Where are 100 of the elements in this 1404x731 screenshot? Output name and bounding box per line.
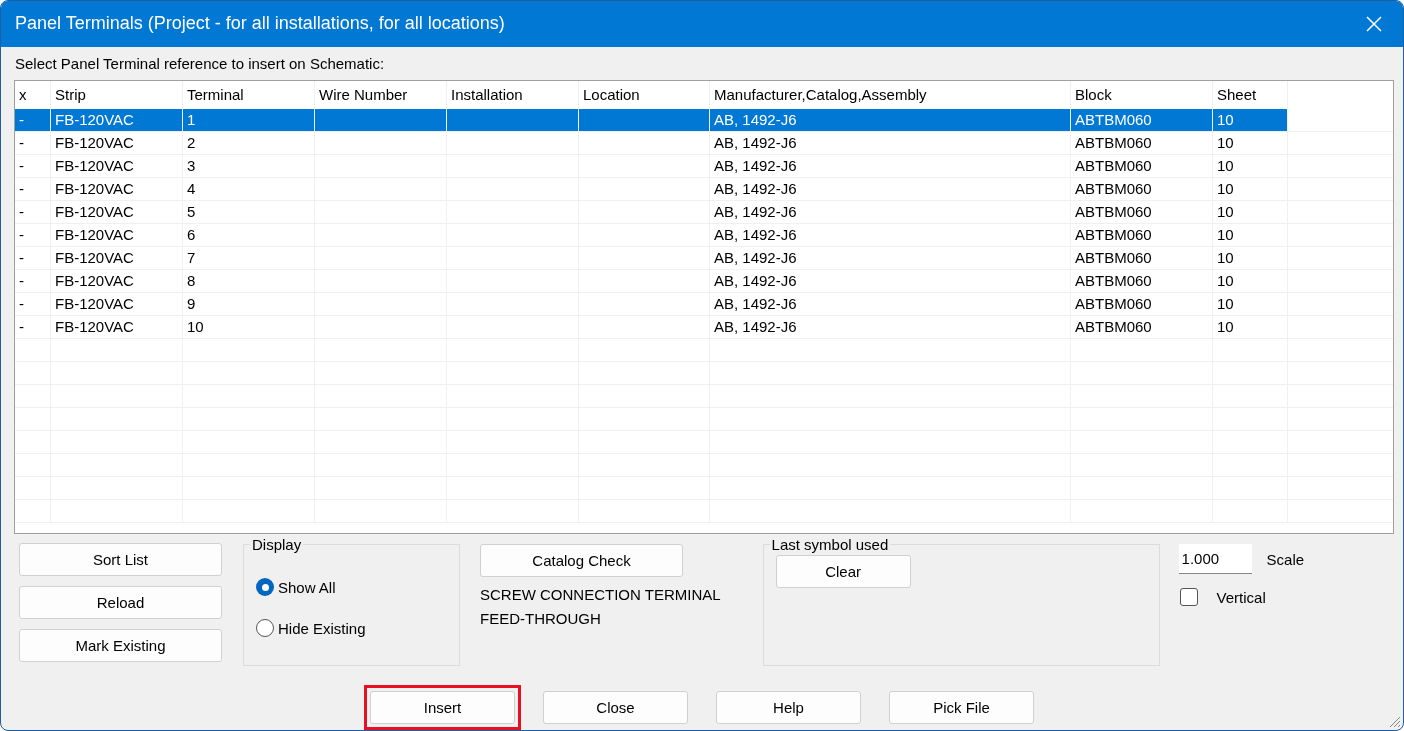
table-row[interactable]: - FB-120VAC 4 AB, 1492-J6 ABTBM060 10 — [15, 177, 1393, 201]
table-cell: 2 — [183, 131, 315, 154]
table-cell: ABTBM060 — [1071, 315, 1213, 338]
scale-field[interactable]: 1.000 — [1178, 544, 1252, 575]
table-cell: 7 — [183, 246, 315, 269]
dialog-button[interactable]: Pick File — [889, 691, 1034, 724]
table-cell: AB, 1492-J6 — [710, 177, 1071, 200]
table-cell: FB-120VAC — [51, 315, 183, 338]
table-cell: ABTBM060 — [1071, 223, 1213, 246]
table-cell: ABTBM060 — [1071, 292, 1213, 315]
table-cell: AB, 1492-J6 — [710, 315, 1071, 338]
radio-label: Hide Existing — [278, 619, 366, 637]
table-cell: 10 — [1213, 223, 1288, 246]
group-label: Last symbol used — [770, 536, 890, 554]
table-cell: 10 — [1213, 200, 1288, 223]
table-row[interactable]: - FB-120VAC 3 AB, 1492-J6 ABTBM060 10 — [15, 154, 1393, 178]
table-cell: 10 — [1213, 246, 1288, 269]
instruction-text: Select Panel Terminal reference to insert on Schematic: — [15, 54, 386, 73]
table-cell: ABTBM060 — [1071, 131, 1213, 154]
description-text: SCREW CONNECTION TERMINAL — [480, 586, 721, 604]
table-cell: FB-120VAC — [51, 154, 183, 177]
table-cell: 6 — [183, 223, 315, 246]
group-label: Display — [251, 536, 303, 554]
checkbox-label: Vertical — [1216, 588, 1266, 606]
table-row[interactable]: - FB-120VAC 8 AB, 1492-J6 ABTBM060 10 — [15, 269, 1393, 293]
table-cell: FB-120VAC — [51, 131, 183, 154]
table-row[interactable]: - FB-120VAC 5 AB, 1492-J6 ABTBM060 10 — [15, 200, 1393, 224]
action-button[interactable]: Sort List — [19, 543, 222, 577]
table-cell: 10 — [183, 315, 315, 338]
table-cell: - — [15, 315, 51, 338]
table-cell: - — [15, 177, 51, 200]
table-cell: 10 — [1213, 269, 1288, 292]
table-row[interactable]: - FB-120VAC 7 AB, 1492-J6 ABTBM060 10 — [15, 246, 1393, 270]
close-icon — [1366, 15, 1382, 32]
table-cell: ABTBM060 — [1071, 246, 1213, 269]
dialog-button[interactable]: Help — [716, 691, 861, 724]
table-cell: 8 — [183, 269, 315, 292]
column-header[interactable]: Wire Number — [315, 80, 447, 109]
table-cell: - — [15, 131, 51, 154]
window-title: Panel Terminals (Project - for all installations, for all locations) — [15, 13, 505, 35]
column-header[interactable]: Manufacturer,Catalog,Assembly — [710, 80, 1071, 109]
table-cell: FB-120VAC — [51, 269, 183, 292]
scale-label: Scale — [1266, 550, 1305, 568]
table-cell: FB-120VAC — [51, 246, 183, 269]
table-cell: AB, 1492-J6 — [710, 108, 1071, 131]
table-cell: 10 — [1213, 108, 1288, 131]
table-cell: AB, 1492-J6 — [710, 154, 1071, 177]
dialog-button[interactable]: Close — [543, 691, 688, 724]
table-cell: - — [15, 200, 51, 223]
checkbox[interactable] — [1179, 588, 1198, 607]
table-cell: ABTBM060 — [1071, 269, 1213, 292]
table-cell: AB, 1492-J6 — [710, 292, 1071, 315]
table-row[interactable]: - FB-120VAC 1 AB, 1492-J6 ABTBM060 10 — [15, 108, 1393, 132]
table-cell: - — [15, 154, 51, 177]
radio-button[interactable] — [256, 578, 274, 597]
table-cell: ABTBM060 — [1071, 200, 1213, 223]
action-button[interactable]: Reload — [19, 586, 222, 620]
radio-button[interactable] — [256, 619, 274, 638]
table-cell: 10 — [1213, 154, 1288, 177]
table-row[interactable]: - FB-120VAC 2 AB, 1492-J6 ABTBM060 10 — [15, 131, 1393, 155]
table-cell: 1 — [183, 108, 315, 131]
table-cell: AB, 1492-J6 — [710, 246, 1071, 269]
table-cell: 4 — [183, 177, 315, 200]
table-cell: AB, 1492-J6 — [710, 269, 1071, 292]
table-cell: ABTBM060 — [1071, 177, 1213, 200]
table-cell: FB-120VAC — [51, 177, 183, 200]
column-header[interactable]: Terminal — [183, 80, 315, 109]
table-cell: AB, 1492-J6 — [710, 223, 1071, 246]
table-cell: - — [15, 223, 51, 246]
table-cell: 10 — [1213, 292, 1288, 315]
table-cell: 10 — [1213, 177, 1288, 200]
resize-grip-icon[interactable] — [1387, 714, 1401, 728]
table-cell: 10 — [1213, 315, 1288, 338]
table-row[interactable]: - FB-120VAC 10 AB, 1492-J6 ABTBM060 10 — [15, 315, 1393, 339]
dialog-button[interactable]: Insert — [370, 691, 515, 724]
table-cell: FB-120VAC — [51, 292, 183, 315]
catalog-check-button[interactable]: Catalog Check — [480, 544, 683, 578]
table-cell: - — [15, 108, 51, 131]
column-header[interactable]: Strip — [51, 80, 183, 109]
radio-label: Show All — [278, 578, 336, 596]
table-cell: FB-120VAC — [51, 200, 183, 223]
table-cell: FB-120VAC — [51, 108, 183, 131]
table-row[interactable]: - FB-120VAC 6 AB, 1492-J6 ABTBM060 10 — [15, 223, 1393, 247]
column-header[interactable]: Location — [579, 80, 710, 109]
column-header[interactable]: Sheet — [1213, 80, 1288, 109]
table-cell: AB, 1492-J6 — [710, 200, 1071, 223]
table-row[interactable]: - FB-120VAC 9 AB, 1492-J6 ABTBM060 10 — [15, 292, 1393, 316]
table-cell: 10 — [1213, 131, 1288, 154]
action-button[interactable]: Mark Existing — [19, 629, 222, 663]
table-cell: - — [15, 269, 51, 292]
table-cell: 3 — [183, 154, 315, 177]
column-header[interactable]: Block — [1071, 80, 1213, 109]
table-cell: 9 — [183, 292, 315, 315]
table-cell: ABTBM060 — [1071, 108, 1213, 131]
description-text: FEED-THROUGH — [480, 610, 602, 628]
clear-button[interactable]: Clear — [775, 555, 911, 589]
table-cell: ABTBM060 — [1071, 154, 1213, 177]
column-header[interactable]: Installation — [447, 80, 579, 109]
table-cell: FB-120VAC — [51, 223, 183, 246]
column-header[interactable]: x — [15, 80, 51, 109]
